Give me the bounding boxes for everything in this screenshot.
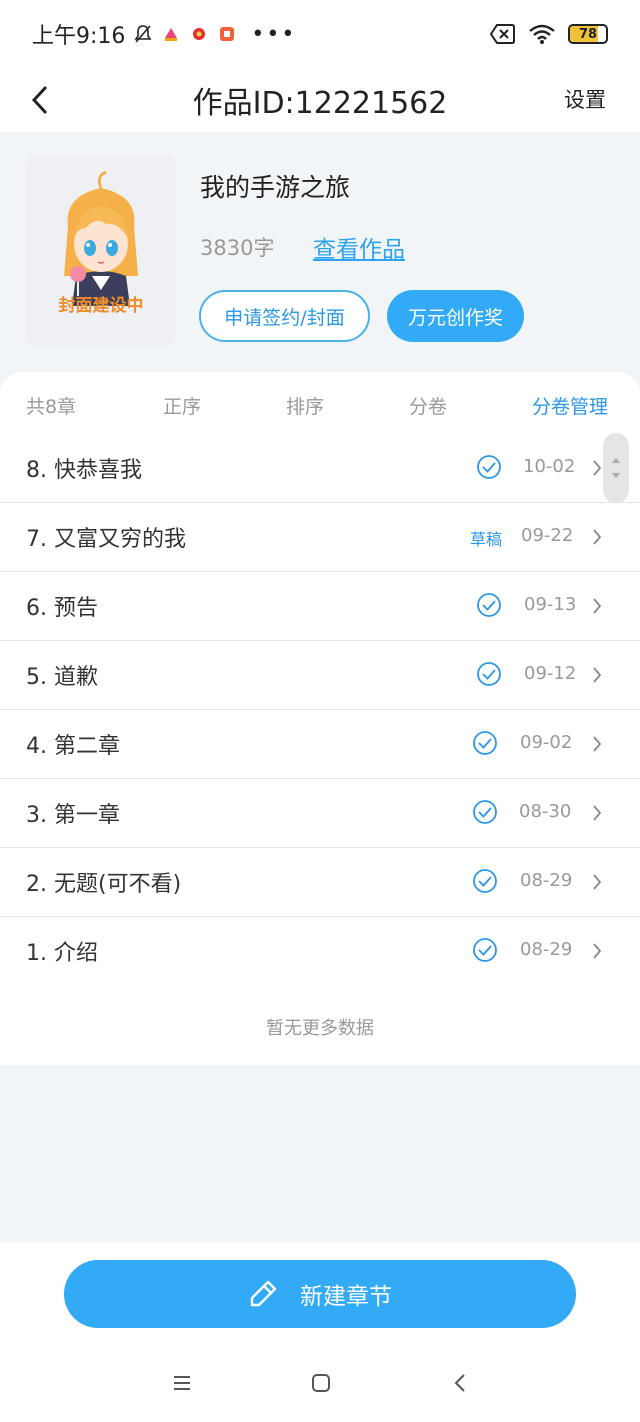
menu-icon[interactable] bbox=[171, 1372, 193, 1394]
battery-indicator: 78 bbox=[568, 24, 608, 44]
new-chapter-label: 新建章节 bbox=[300, 1284, 392, 1310]
shop-notif-icon bbox=[220, 27, 235, 41]
published-check-icon bbox=[473, 731, 497, 755]
more-notifications-icon: ••• bbox=[251, 21, 297, 47]
chapter-date: 08-29 bbox=[520, 870, 573, 891]
chevron-right-icon bbox=[593, 529, 602, 545]
header: 作品ID:12221562 设置 bbox=[0, 68, 640, 132]
word-count: 3830字 bbox=[200, 236, 275, 260]
back-button[interactable] bbox=[20, 80, 60, 120]
pencil-icon bbox=[250, 1280, 277, 1307]
chapter-row[interactable]: 3. 第一章 08-30 bbox=[0, 779, 640, 848]
chapter-date: 10-02 bbox=[523, 456, 576, 477]
sale-notif-icon bbox=[193, 28, 206, 40]
wifi-icon bbox=[529, 24, 555, 44]
chevron-right-icon bbox=[593, 598, 602, 614]
work-info: 封面建设中 我的手游之旅 3830字 查看作品 申请签约/封面 万元创作奖 bbox=[0, 132, 640, 372]
chapter-date: 09-22 bbox=[521, 525, 574, 546]
chapter-row[interactable]: 4. 第二章 09-02 bbox=[0, 710, 640, 779]
chapter-row[interactable]: 1. 介绍 08-29 bbox=[0, 917, 640, 986]
status-time: 上午9:16 bbox=[32, 24, 126, 49]
volume-button[interactable]: 分卷 bbox=[409, 392, 447, 419]
chapter-title: 7. 又富又穷的我 bbox=[26, 527, 186, 552]
published-check-icon bbox=[473, 869, 497, 893]
back-nav-icon[interactable] bbox=[450, 1372, 472, 1394]
chapter-date: 09-13 bbox=[524, 594, 577, 615]
chevron-right-icon bbox=[593, 943, 602, 959]
chevron-right-icon bbox=[593, 667, 602, 683]
chapter-row[interactable]: 5. 道歉 09-12 bbox=[0, 641, 640, 710]
order-button[interactable]: 正序 bbox=[163, 392, 201, 419]
draft-badge: 草稿 bbox=[470, 530, 503, 549]
scroll-handle[interactable] bbox=[603, 433, 629, 503]
chevron-right-icon bbox=[593, 805, 602, 821]
chapter-date: 09-12 bbox=[524, 663, 577, 684]
sort-button[interactable]: 排序 bbox=[286, 392, 324, 419]
cover-illustration bbox=[64, 170, 138, 306]
status-bar: 上午9:16 ••• 78 bbox=[0, 0, 640, 68]
cover-label: 封面建设中 bbox=[58, 296, 144, 316]
chevron-right-icon bbox=[593, 460, 602, 476]
published-check-icon bbox=[477, 593, 501, 617]
chevron-right-icon bbox=[593, 736, 602, 752]
back-arrow-icon bbox=[31, 85, 48, 115]
published-check-icon bbox=[477, 455, 501, 479]
view-work-link[interactable]: 查看作品 bbox=[313, 230, 405, 264]
chevron-right-icon bbox=[593, 874, 602, 890]
chapter-title: 6. 预告 bbox=[26, 596, 98, 621]
settings-button[interactable]: 设置 bbox=[564, 84, 606, 114]
published-check-icon bbox=[477, 662, 501, 686]
chapter-date: 08-29 bbox=[520, 939, 573, 960]
home-icon[interactable] bbox=[310, 1372, 332, 1394]
mute-bell-icon bbox=[134, 25, 152, 43]
app-notif-icon bbox=[165, 28, 178, 41]
chapter-row[interactable]: 7. 又富又穷的我 草稿 09-22 bbox=[0, 503, 640, 572]
cover-image[interactable]: 封面建设中 bbox=[26, 156, 176, 346]
page-title: 作品ID:12221562 bbox=[192, 86, 448, 121]
new-chapter-button[interactable]: 新建章节 bbox=[64, 1260, 576, 1328]
chapter-date: 09-02 bbox=[520, 732, 573, 753]
chapter-toolbar: 共8章 正序 排序 分卷 分卷管理 bbox=[0, 372, 640, 434]
chapter-list-card: 共8章 正序 排序 分卷 分卷管理 8. 快恭喜我 10-02 7. 又富又穷的我 草… bbox=[0, 372, 640, 1065]
chapter-title: 8. 快恭喜我 bbox=[26, 458, 142, 483]
chapter-title: 4. 第二章 bbox=[26, 734, 120, 759]
chapter-date: 08-30 bbox=[519, 801, 572, 822]
system-nav-bar bbox=[0, 1362, 640, 1406]
apply-sign-cover-button[interactable]: 申请签约/封面 bbox=[199, 290, 370, 342]
volume-manage-button[interactable]: 分卷管理 bbox=[532, 392, 608, 419]
chapter-row[interactable]: 8. 快恭喜我 10-02 bbox=[0, 434, 640, 503]
chapter-title: 2. 无题(可不看) bbox=[26, 872, 182, 897]
battery-level: 78 bbox=[578, 26, 598, 42]
published-check-icon bbox=[473, 800, 497, 824]
work-title: 我的手游之旅 bbox=[200, 173, 351, 202]
bottom-bar: 新建章节 bbox=[0, 1242, 640, 1422]
chapter-count: 共8章 bbox=[26, 396, 77, 418]
chapter-title: 3. 第一章 bbox=[26, 803, 120, 828]
list-footer: 暂无更多数据 bbox=[266, 1018, 374, 1039]
published-check-icon bbox=[473, 938, 497, 962]
chapter-title: 1. 介绍 bbox=[26, 941, 98, 966]
scroll-arrows-icon bbox=[612, 458, 620, 478]
sim-off-icon bbox=[490, 24, 515, 44]
chapter-title: 5. 道歉 bbox=[26, 665, 98, 690]
creation-award-button[interactable]: 万元创作奖 bbox=[387, 290, 524, 342]
chapter-row[interactable]: 6. 预告 09-13 bbox=[0, 572, 640, 641]
chapter-row[interactable]: 2. 无题(可不看) 08-29 bbox=[0, 848, 640, 917]
